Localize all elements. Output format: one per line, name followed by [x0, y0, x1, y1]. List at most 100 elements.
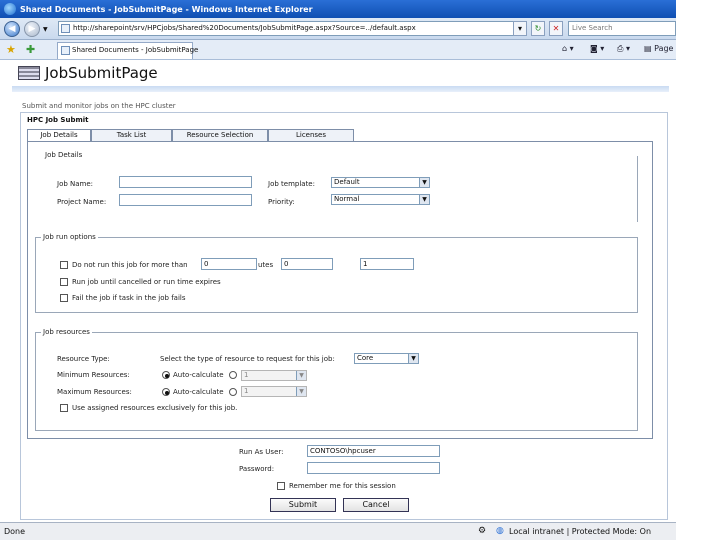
project-name-label: Project Name:	[57, 198, 107, 206]
run-until-cancelled-label: Run job until cancelled or run time expi…	[72, 278, 221, 286]
priority-label: Priority:	[268, 198, 295, 206]
runtime-minutes-input[interactable]: 1	[360, 258, 414, 270]
stop-icon: ✕	[552, 24, 560, 33]
runtime-days-input[interactable]: 0	[201, 258, 257, 270]
min-manual-radio[interactable]	[229, 371, 237, 379]
project-name-input[interactable]	[119, 194, 252, 206]
page-description: Submit and monitor jobs on the HPC clust…	[22, 102, 176, 110]
resource-type-select[interactable]: Core ▼	[354, 353, 419, 364]
job-details-fieldset	[35, 156, 638, 222]
submit-button[interactable]: Submit	[270, 498, 336, 512]
run-as-label: Run As User:	[239, 448, 284, 456]
job-resources-legend: Job resources	[41, 328, 92, 336]
password-label: Password:	[239, 465, 275, 473]
browser-tab-label: Shared Documents - JobSubmitPage	[72, 46, 199, 54]
address-bar-row: ◀ ▶ ▼ http://sharepoint/srv/HPCjobs/Shar…	[0, 18, 676, 40]
forward-button[interactable]: ▶	[24, 21, 40, 37]
feeds-icon[interactable]: ◙ ▾	[590, 44, 604, 53]
stop-button[interactable]: ✕	[549, 21, 563, 36]
live-search-input[interactable]: Live Search	[568, 21, 676, 36]
job-details-legend: Job Details	[43, 151, 85, 159]
runtime-hours-input[interactable]: 0	[281, 258, 333, 270]
job-resources-fieldset	[35, 332, 638, 431]
address-text: http://sharepoint/srv/HPCjobs/Shared%20D…	[73, 24, 416, 32]
exclusive-resources-label: Use assigned resources exclusively for t…	[72, 404, 238, 412]
chevron-down-icon: ▼	[408, 354, 418, 363]
cluster-logo-icon	[18, 66, 40, 80]
zone-text: Local intranet | Protected Mode: On	[509, 527, 652, 536]
job-template-select[interactable]: Default ▼	[331, 177, 430, 188]
back-button[interactable]: ◀	[4, 21, 20, 37]
title-divider	[12, 86, 669, 92]
page-title: JobSubmitPage	[18, 64, 158, 82]
min-auto-calculate-radio[interactable]	[162, 371, 170, 379]
job-name-input[interactable]	[119, 176, 252, 188]
tab-task-list[interactable]: Task List	[91, 129, 172, 141]
cancel-button[interactable]: Cancel	[343, 498, 409, 512]
remember-me-checkbox[interactable]	[277, 482, 285, 490]
max-manual-radio[interactable]	[229, 388, 237, 396]
max-resources-select[interactable]: 1 ▼	[241, 386, 307, 397]
favorites-star-icon[interactable]: ★	[6, 43, 16, 56]
remember-me-label: Remember me for this session	[289, 482, 396, 490]
security-zone-icon: ⚙	[478, 526, 487, 536]
browser-tab-active[interactable]: Shared Documents - JobSubmitPage	[57, 42, 198, 59]
chevron-down-icon: ▼	[419, 178, 429, 187]
runtime-minutes-label: utes	[258, 261, 274, 269]
page-icon	[61, 24, 70, 33]
tab-resource-selection[interactable]: Resource Selection	[172, 129, 268, 141]
min-resources-value: 1	[244, 371, 249, 379]
run-as-input[interactable]: CONTOSO\hpcuser	[307, 445, 440, 457]
priority-select[interactable]: Normal ▼	[331, 194, 430, 205]
window-title-bar: Shared Documents - JobSubmitPage - Windo…	[0, 0, 676, 18]
fail-on-task-failure-checkbox[interactable]	[60, 294, 68, 302]
password-input[interactable]	[307, 462, 440, 474]
run-until-cancelled-checkbox[interactable]	[60, 278, 68, 286]
home-icon[interactable]: ⌂ ▾	[562, 44, 574, 53]
refresh-button[interactable]: ↻	[531, 21, 545, 36]
back-arrow-icon: ◀	[8, 24, 16, 34]
chevron-down-icon: ▾	[517, 24, 522, 33]
chevron-down-icon: ▼	[296, 371, 306, 380]
globe-icon: ◍	[496, 526, 504, 536]
refresh-icon: ↻	[534, 24, 542, 33]
resource-type-hint: Select the type of resource to request f…	[160, 355, 335, 363]
fail-on-task-failure-label: Fail the job if task in the job fails	[72, 294, 186, 302]
max-runtime-label: Do not run this job for more than	[72, 261, 188, 269]
chevron-down-icon: ▼	[296, 387, 306, 396]
status-bar: Done ⚙ ◍ Local intranet | Protected Mode…	[0, 522, 676, 540]
job-template-value: Default	[334, 178, 360, 186]
tab-bar: ★ ✚ Shared Documents - JobSubmitPage ⌂ ▾…	[0, 40, 676, 60]
max-auto-calculate-label: Auto-calculate	[173, 388, 224, 396]
page-title-text: JobSubmitPage	[45, 64, 158, 82]
max-resources-label: Maximum Resources:	[57, 388, 132, 396]
min-auto-calculate-label: Auto-calculate	[173, 371, 224, 379]
address-dropdown-button[interactable]: ▾	[513, 21, 527, 36]
resource-type-value: Core	[357, 354, 374, 362]
max-runtime-checkbox[interactable]	[60, 261, 68, 269]
tab-page-icon	[61, 46, 70, 55]
ie-logo-icon	[4, 3, 16, 15]
tab-licenses[interactable]: Licenses	[268, 129, 354, 141]
page-menu[interactable]: ▤ Page	[644, 44, 673, 53]
forward-arrow-icon: ▶	[28, 24, 36, 34]
page-menu-icon: ▤	[644, 44, 652, 53]
print-icon[interactable]: ⎙ ▾	[617, 44, 630, 54]
status-text: Done	[4, 527, 26, 536]
section-title: HPC Job Submit	[27, 116, 89, 124]
run-options-legend: Job run options	[41, 233, 98, 241]
job-name-label: Job Name:	[57, 180, 94, 188]
priority-value: Normal	[334, 195, 360, 203]
max-resources-value: 1	[244, 387, 249, 395]
exclusive-resources-checkbox[interactable]	[60, 404, 68, 412]
add-favorite-icon[interactable]: ✚	[26, 43, 35, 56]
job-template-label: Job template:	[268, 180, 315, 188]
max-auto-calculate-radio[interactable]	[162, 388, 170, 396]
page-menu-label: Page	[654, 44, 674, 53]
min-resources-label: Minimum Resources:	[57, 371, 130, 379]
min-resources-select[interactable]: 1 ▼	[241, 370, 307, 381]
resource-type-label: Resource Type:	[57, 355, 110, 363]
history-dropdown-icon[interactable]: ▼	[43, 26, 48, 33]
chevron-down-icon: ▼	[419, 195, 429, 204]
address-input[interactable]: http://sharepoint/srv/HPCjobs/Shared%20D…	[58, 21, 526, 36]
